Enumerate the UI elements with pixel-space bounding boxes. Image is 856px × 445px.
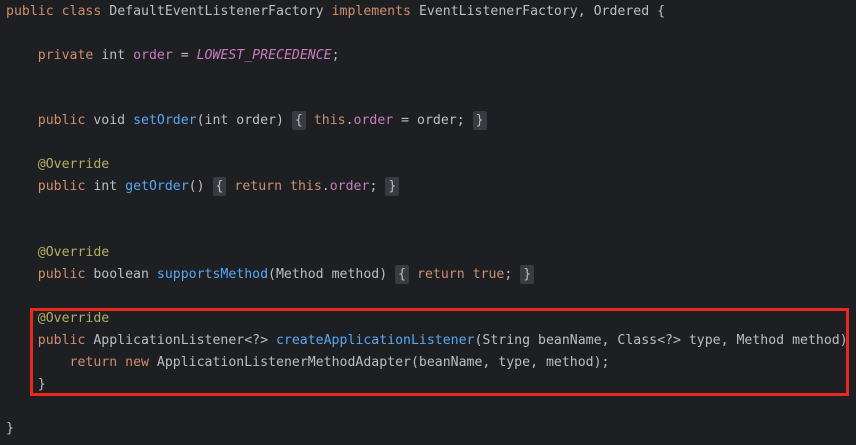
closing-brace: } bbox=[37, 377, 46, 392]
keyword-private: private bbox=[37, 48, 94, 63]
method-name-create-application-listener[interactable]: createApplicationListener bbox=[276, 333, 475, 348]
folded-region-open[interactable]: { bbox=[212, 177, 227, 196]
create-listener-method-line: public ApplicationListener<?> createAppl… bbox=[6, 330, 856, 352]
semicolon: ; bbox=[331, 48, 340, 63]
keyword-return: return bbox=[69, 355, 118, 370]
keyword-this: this bbox=[313, 113, 346, 128]
folded-region-open[interactable]: { bbox=[291, 111, 306, 130]
assign-expression: = order; bbox=[393, 113, 465, 128]
dot: . bbox=[345, 113, 354, 128]
annotation-line: @Override bbox=[6, 308, 109, 330]
method-params: (int order) bbox=[196, 113, 284, 128]
field-ref-order: order bbox=[329, 179, 370, 194]
assign-operator: = bbox=[172, 48, 197, 63]
keyword-public: public bbox=[37, 333, 86, 348]
keyword-this: this bbox=[290, 179, 322, 194]
keyword-implements: implements bbox=[331, 4, 411, 19]
keyword-public: public bbox=[37, 267, 86, 282]
semicolon: ; bbox=[504, 267, 513, 282]
folded-region-close[interactable]: } bbox=[385, 177, 400, 196]
return-statement-line: return new ApplicationListenerMethodAdap… bbox=[6, 352, 610, 374]
folded-region-open[interactable]: { bbox=[395, 265, 410, 284]
class-close-line: } bbox=[6, 418, 14, 440]
keyword-return: return bbox=[417, 267, 465, 282]
get-order-method-line: public int getOrder() { return this.orde… bbox=[6, 176, 400, 198]
keyword-class: class bbox=[61, 4, 102, 19]
constructor-call: ApplicationListenerMethodAdapter(beanNam… bbox=[156, 355, 610, 370]
field-order-line: private int order = LOWEST_PRECEDENCE; bbox=[6, 45, 340, 67]
closing-brace: } bbox=[6, 421, 14, 436]
dot: . bbox=[321, 179, 330, 194]
method-params: (String beanName, Class<?> type, Method … bbox=[474, 333, 856, 348]
method-close-line: } bbox=[6, 374, 46, 396]
annotation-line: @Override bbox=[6, 242, 109, 264]
constant-lowest-precedence: LOWEST_PRECEDENCE bbox=[196, 48, 332, 63]
method-params: () bbox=[188, 179, 205, 194]
interface-list: EventListenerFactory, Ordered { bbox=[418, 4, 666, 19]
class-declaration-line: public class DefaultEventListenerFactory… bbox=[6, 1, 665, 23]
code-editor[interactable]: public class DefaultEventListenerFactory… bbox=[0, 0, 856, 445]
supports-method-line: public boolean supportsMethod(Method met… bbox=[6, 264, 535, 286]
override-annotation: @Override bbox=[37, 311, 110, 326]
method-name-set-order[interactable]: setOrder bbox=[133, 113, 197, 128]
field-type: int bbox=[101, 48, 126, 63]
literal-true: true bbox=[472, 267, 505, 282]
keyword-public: public bbox=[37, 179, 86, 194]
method-name-get-order[interactable]: getOrder bbox=[125, 179, 189, 194]
annotation-line: @Override bbox=[6, 154, 109, 176]
keyword-public: public bbox=[6, 4, 54, 19]
folded-region-close[interactable]: } bbox=[520, 265, 535, 284]
keyword-new: new bbox=[125, 355, 149, 370]
keyword-public: public bbox=[37, 113, 86, 128]
method-name-supports-method[interactable]: supportsMethod bbox=[157, 267, 268, 282]
set-order-method-line: public void setOrder(int order) { this.o… bbox=[6, 110, 487, 132]
keyword-return: return bbox=[234, 179, 283, 194]
override-annotation: @Override bbox=[37, 157, 110, 172]
override-annotation: @Override bbox=[37, 245, 110, 260]
return-type: int bbox=[93, 179, 118, 194]
return-type: void bbox=[93, 113, 126, 128]
folded-region-close[interactable]: } bbox=[472, 111, 487, 130]
field-name: order bbox=[133, 48, 173, 63]
return-type: ApplicationListener<?> bbox=[93, 333, 269, 348]
method-params: (Method method) bbox=[268, 267, 388, 282]
class-name: DefaultEventListenerFactory bbox=[109, 4, 324, 19]
return-type: boolean bbox=[93, 267, 149, 282]
semicolon: ; bbox=[369, 179, 378, 194]
field-ref-order: order bbox=[353, 113, 394, 128]
